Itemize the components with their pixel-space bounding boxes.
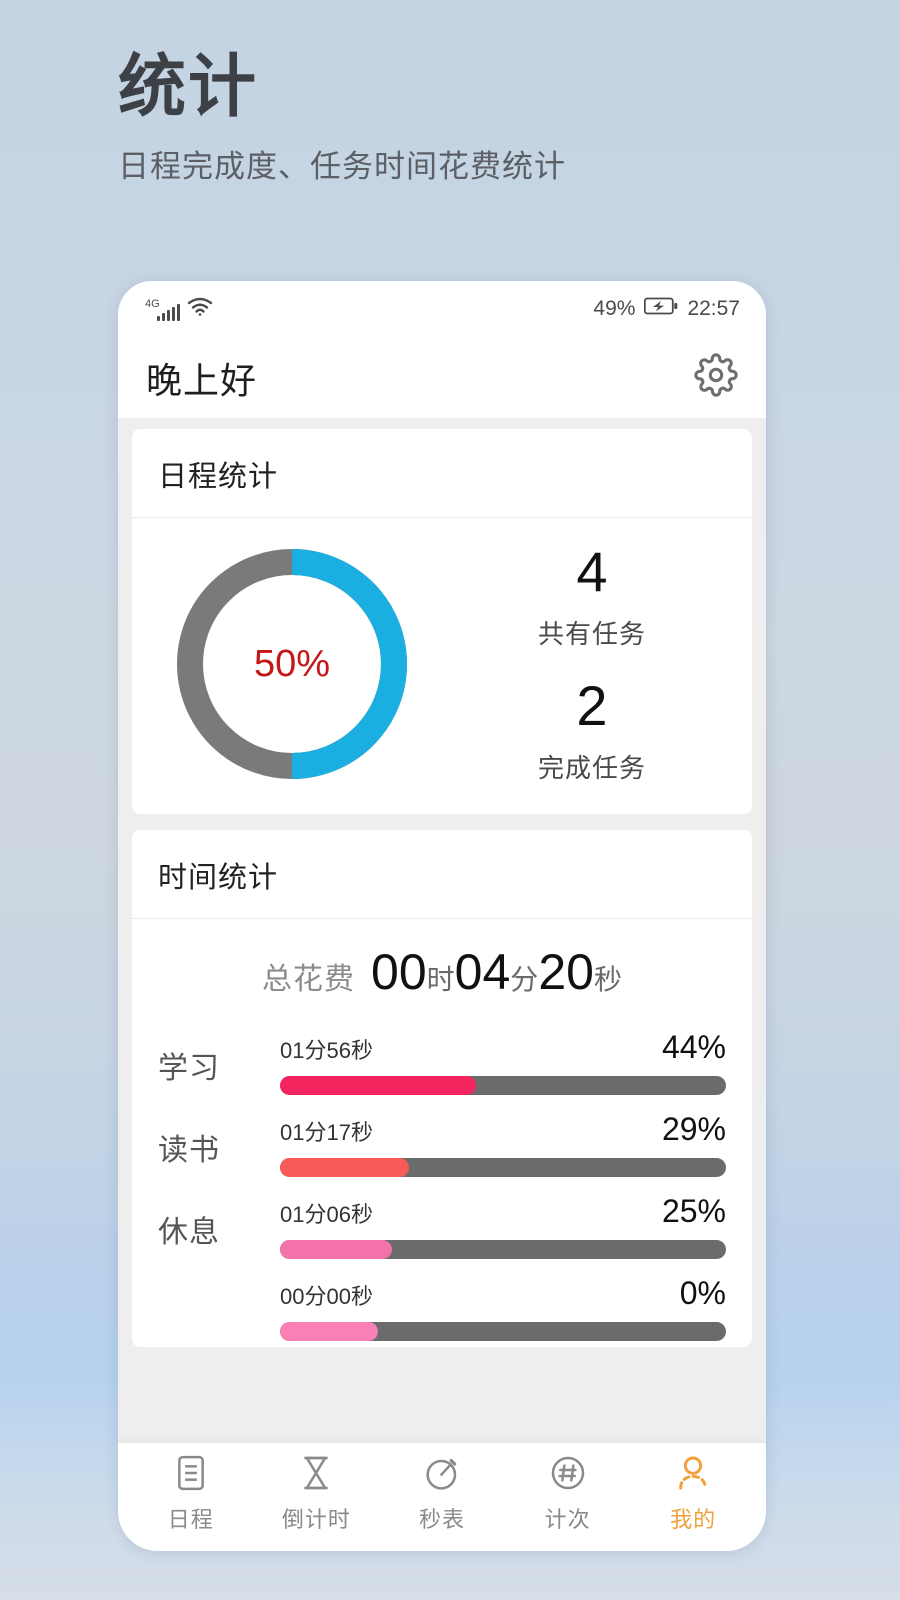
total-minutes-unit: 分: [510, 964, 539, 995]
tab-countdown-label: 倒计时: [281, 1506, 351, 1532]
screen-content[interactable]: 日程统计 50% 4 共有任务 2 完成任务 时间统计 总花费 00时04分20…: [118, 419, 766, 1443]
tab-schedule[interactable]: 日程: [128, 1453, 254, 1534]
page-subtitle: 日程完成度、任务时间花费统计: [118, 149, 566, 185]
task-row[interactable]: 休息 01分06秒 25%: [132, 1183, 752, 1265]
battery-charging-icon: [644, 297, 678, 321]
signal-bars-icon: 4G: [142, 299, 181, 321]
task-duration: 01分17秒: [280, 1120, 373, 1145]
task-percent: 25%: [661, 1193, 726, 1229]
task-duration: 00分00秒: [280, 1284, 373, 1309]
clock-label: 22:57: [687, 297, 740, 320]
tab-stopwatch[interactable]: 秒表: [379, 1453, 505, 1534]
kpi-completed-tasks-label: 完成任务: [537, 752, 646, 783]
task-name: 读书: [158, 1134, 220, 1167]
schedule-statistics-card: 日程统计 50% 4 共有任务 2 完成任务: [132, 429, 752, 814]
task-row[interactable]: 00分00秒 0%: [132, 1265, 752, 1347]
total-minutes: 04: [454, 944, 511, 1000]
tab-mine-label: 我的: [670, 1506, 717, 1532]
task-name: 休息: [158, 1216, 220, 1249]
total-time-value: 00时04分20秒: [371, 943, 622, 1001]
schedule-kpi-group: 4 共有任务 2 完成任务: [442, 540, 742, 785]
lap-counter-icon: [548, 1453, 588, 1493]
task-row[interactable]: 读书 01分17秒 29%: [132, 1101, 752, 1183]
app-bar: 晚上好: [118, 337, 766, 419]
tab-lap-counter[interactable]: 计次: [505, 1453, 631, 1534]
task-percent: 29%: [661, 1111, 726, 1147]
task-name: [158, 1275, 280, 1289]
schedule-list-icon: [171, 1453, 211, 1493]
task-progress-bar: [280, 1322, 726, 1341]
task-duration: 01分06秒: [280, 1202, 373, 1227]
kpi-completed-tasks: 2 完成任务: [537, 674, 646, 785]
person-icon: [673, 1453, 713, 1493]
kpi-total-tasks-label: 共有任务: [537, 619, 646, 649]
tab-lap-counter-label: 计次: [544, 1506, 591, 1532]
completion-donut-chart: 50%: [168, 540, 416, 788]
tab-stopwatch-label: 秒表: [418, 1506, 465, 1532]
total-time-row: 总花费 00时04分20秒: [132, 919, 752, 1019]
battery-percent-label: 49%: [593, 297, 636, 320]
phone-mockup: 4G 49% 22:57 晚上好 日程统计 50% 4 共有任务 2 完成任务 …: [118, 281, 766, 1551]
page-title: 统计: [118, 49, 259, 125]
donut-center-label: 50%: [253, 642, 331, 685]
task-name: 学习: [158, 1052, 220, 1085]
task-duration: 01分56秒: [280, 1038, 373, 1063]
wifi-icon: [187, 297, 213, 321]
schedule-card-title: 日程统计: [132, 429, 752, 518]
kpi-total-tasks: 4 共有任务: [537, 540, 646, 651]
task-progress-bar: [280, 1076, 726, 1095]
total-seconds-unit: 秒: [593, 964, 622, 995]
bottom-tab-bar: 日程 倒计时 秒表 计次 我的: [118, 1443, 766, 1551]
gear-icon[interactable]: [694, 353, 738, 402]
total-seconds: 20: [538, 944, 594, 1000]
total-time-label: 总花费: [262, 963, 356, 996]
task-progress-bar: [280, 1240, 726, 1259]
task-progress-bar: [280, 1158, 726, 1177]
total-hours: 00: [371, 944, 427, 1000]
tab-mine[interactable]: 我的: [630, 1453, 756, 1534]
task-percent: 44%: [661, 1029, 726, 1065]
greeting-text: 晚上好: [146, 359, 258, 401]
network-type-label: 4G: [145, 298, 160, 310]
tab-countdown[interactable]: 倒计时: [254, 1453, 380, 1534]
time-statistics-card: 时间统计 总花费 00时04分20秒 学习 01分56秒 44% 读书 01分1…: [132, 830, 752, 1347]
tab-schedule-label: 日程: [167, 1506, 214, 1532]
time-card-title: 时间统计: [132, 830, 752, 919]
task-percent: 0%: [679, 1275, 726, 1311]
status-bar: 4G 49% 22:57: [118, 281, 766, 337]
stopwatch-icon: [422, 1453, 462, 1493]
kpi-completed-tasks-value: 2: [576, 674, 608, 737]
task-row[interactable]: 学习 01分56秒 44%: [132, 1019, 752, 1101]
kpi-total-tasks-value: 4: [576, 540, 608, 604]
hourglass-icon: [296, 1453, 336, 1493]
page-header: 统计 日程完成度、任务时间花费统计: [118, 49, 566, 186]
total-hours-unit: 时: [426, 964, 455, 995]
